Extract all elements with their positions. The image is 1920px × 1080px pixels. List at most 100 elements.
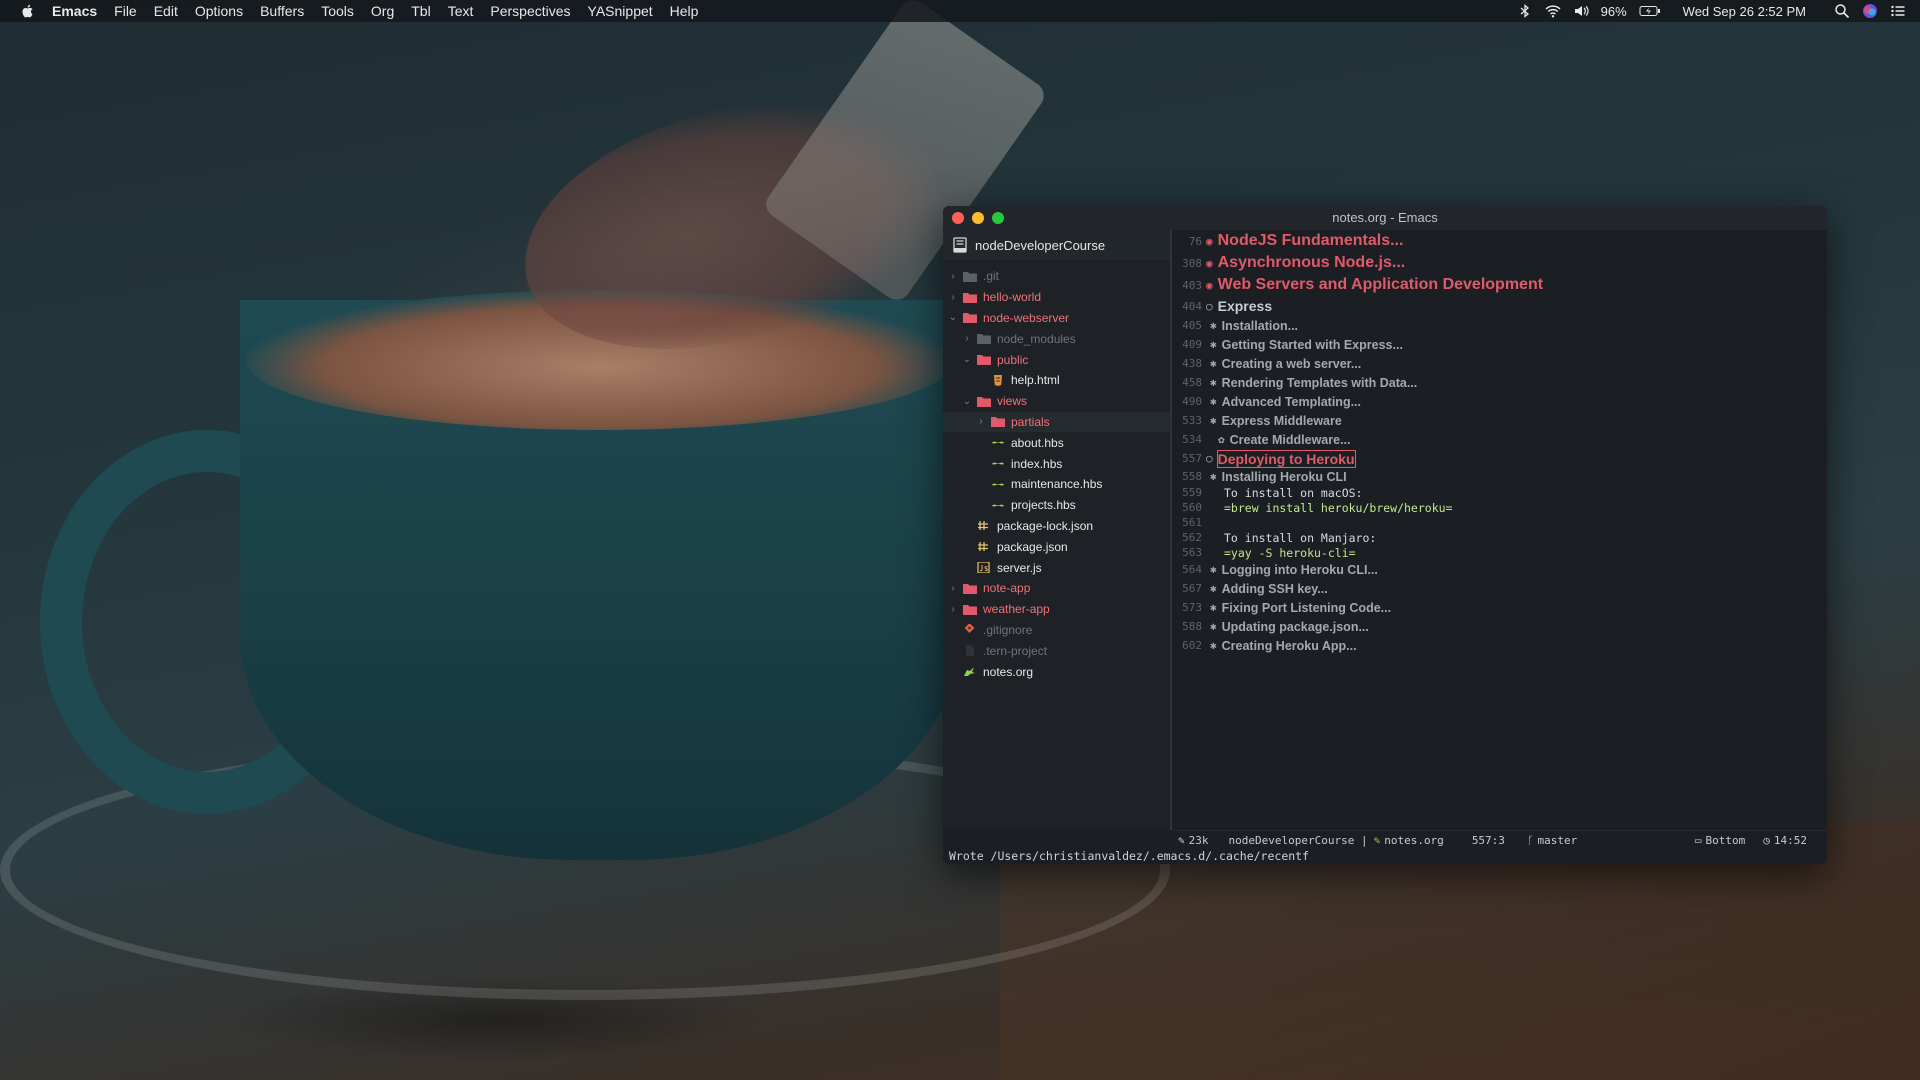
tree-item-label: package.json [997, 539, 1068, 554]
org-line[interactable]: 559 To install on macOS: [1172, 485, 1827, 500]
handlebars-file-icon [992, 441, 1004, 444]
emacs-window[interactable]: notes.org - Emacs nodeDeveloperCourse › … [943, 206, 1827, 864]
tree-item-tern-project[interactable]: .tern-project [943, 640, 1170, 661]
tree-item-label: server.js [997, 560, 1042, 575]
folder-open-icon [977, 355, 991, 366]
org-line[interactable]: 588 ✱ Updating package.json... [1172, 617, 1827, 636]
project-header[interactable]: nodeDeveloperCourse [943, 230, 1170, 260]
org-line[interactable]: 563 =yay -S heroku-cli= [1172, 545, 1827, 560]
menu-app-emacs[interactable]: Emacs [52, 3, 97, 19]
org-line[interactable]: 405 ✱ Installation... [1172, 316, 1827, 335]
battery-percent[interactable]: 96% [1601, 4, 1627, 19]
org-heading: Logging into Heroku CLI... [1221, 562, 1378, 577]
apple-icon[interactable] [20, 3, 36, 19]
menu-perspectives[interactable]: Perspectives [490, 3, 570, 19]
notification-center-icon[interactable] [1890, 3, 1906, 19]
line-number: 562 [1182, 531, 1202, 544]
tree-item-label: maintenance.hbs [1011, 477, 1103, 492]
tree-item-partials[interactable]: › partials [943, 411, 1170, 433]
org-line[interactable]: 573 ✱ Fixing Port Listening Code... [1172, 598, 1827, 617]
org-line[interactable]: 561 [1172, 515, 1827, 530]
buffer-size-icon: ✎ [1178, 833, 1185, 847]
heading-bullet-icon: ✱ [1210, 319, 1217, 332]
tree-item-projects-hbs[interactable]: projects.hbs [943, 495, 1170, 516]
menu-help[interactable]: Help [670, 3, 699, 19]
line-number: 534 [1182, 433, 1202, 446]
tree-item-hello-world[interactable]: › hello-world [943, 287, 1170, 308]
menu-org[interactable]: Org [371, 3, 394, 19]
chevron-right-icon: › [951, 582, 955, 594]
org-line[interactable]: 76 ◉ NodeJS Fundamentals... [1172, 230, 1827, 252]
chevron-down-icon: ⌄ [948, 312, 958, 324]
menu-yasnippet[interactable]: YASnippet [588, 3, 653, 19]
tree-item-index-hbs[interactable]: index.hbs [943, 453, 1170, 474]
org-line[interactable]: 409 ✱ Getting Started with Express... [1172, 335, 1827, 354]
handlebars-file-icon [992, 504, 1004, 507]
zoom-window-button[interactable] [992, 212, 1004, 224]
org-line[interactable]: 558 ✱ Installing Heroku CLI [1172, 468, 1827, 485]
close-window-button[interactable] [952, 212, 964, 224]
menu-file[interactable]: File [114, 3, 137, 19]
tree-item-about-hbs[interactable]: about.hbs [943, 432, 1170, 453]
tree-item-notes-org[interactable]: notes.org [943, 661, 1170, 682]
org-line[interactable]: 438 ✱ Creating a web server... [1172, 354, 1827, 373]
org-heading: Getting Started with Express... [1221, 337, 1403, 352]
menu-tbl[interactable]: Tbl [411, 3, 430, 19]
tree-item-node-webserver[interactable]: ⌄ node-webserver [943, 308, 1170, 329]
tree-item-package-json[interactable]: package.json [943, 536, 1170, 557]
org-line[interactable]: 308 ◉ Asynchronous Node.js... [1172, 252, 1827, 274]
tree-item-views[interactable]: ⌄ views [943, 391, 1170, 412]
org-line[interactable]: 404 ○ Express [1172, 296, 1827, 316]
org-heading: Installation... [1221, 318, 1299, 333]
menu-tools[interactable]: Tools [321, 3, 354, 19]
menu-buffers[interactable]: Buffers [260, 3, 304, 19]
battery-charging-icon[interactable] [1639, 3, 1661, 19]
tree-item-weather-app[interactable]: › weather-app [943, 599, 1170, 620]
tree-item-package-lock-json[interactable]: package-lock.json [943, 516, 1170, 537]
org-line[interactable]: 490 ✱ Advanced Templating... [1172, 392, 1827, 411]
siri-icon[interactable] [1862, 3, 1878, 19]
tree-item-node-modules[interactable]: › node_modules [943, 328, 1170, 349]
minimize-window-button[interactable] [972, 212, 984, 224]
volume-icon[interactable] [1573, 3, 1589, 19]
org-line[interactable]: 564 ✱ Logging into Heroku CLI... [1172, 560, 1827, 579]
tree-item-git[interactable]: › .git [943, 266, 1170, 287]
org-heading: Express [1217, 298, 1273, 314]
menubar-clock[interactable]: Wed Sep 26 2:52 PM [1683, 4, 1806, 19]
file-tree: › .git › hello-world ⌄ node-webserver › … [943, 266, 1170, 682]
bluetooth-icon[interactable] [1517, 3, 1533, 19]
tree-item-label: hello-world [983, 290, 1042, 305]
window-titlebar[interactable]: notes.org - Emacs [943, 206, 1827, 230]
tree-item-note-app[interactable]: › note-app [943, 578, 1170, 599]
minibuffer-echo-area[interactable]: Wrote /Users/christianvaldez/.emacs.d/.c… [943, 848, 1827, 864]
line-number: 533 [1182, 414, 1202, 427]
org-mode-icon: ✎ [1373, 833, 1381, 847]
tree-item-label: about.hbs [1011, 435, 1064, 450]
menu-edit[interactable]: Edit [154, 3, 178, 19]
tree-item-maintenance-hbs[interactable]: maintenance.hbs [943, 474, 1170, 495]
org-line[interactable]: 458 ✱ Rendering Templates with Data... [1172, 373, 1827, 392]
org-line[interactable]: 562 To install on Manjaro: [1172, 530, 1827, 545]
editor-buffer[interactable]: 76 ◉ NodeJS Fundamentals... 308 ◉ Asynch… [1172, 230, 1827, 830]
treemacs-sidebar[interactable]: nodeDeveloperCourse › .git › hello-world… [943, 230, 1172, 830]
menu-text[interactable]: Text [448, 3, 474, 19]
org-line[interactable]: 567 ✱ Adding SSH key... [1172, 579, 1827, 598]
tree-item-help-html[interactable]: help.html [943, 370, 1170, 391]
org-line[interactable]: 560 =brew install heroku/brew/heroku= [1172, 500, 1827, 515]
tree-item-gitignore[interactable]: .gitignore [943, 620, 1170, 641]
spotlight-search-icon[interactable] [1834, 3, 1850, 19]
folder-icon [963, 604, 977, 615]
org-line[interactable]: 557 ○ Deploying to Heroku [1172, 449, 1827, 468]
org-line[interactable]: 602 ✱ Creating Heroku App... [1172, 636, 1827, 655]
org-line[interactable]: 534 ✿ Create Middleware... [1172, 430, 1827, 449]
line-number: 561 [1182, 516, 1202, 529]
heading-bullet-icon: ○ [1206, 452, 1213, 465]
tree-item-server-js[interactable]: server.js [943, 557, 1170, 578]
tree-item-public[interactable]: ⌄ public [943, 349, 1170, 370]
org-line[interactable]: 533 ✱ Express Middleware [1172, 411, 1827, 430]
menu-options[interactable]: Options [195, 3, 243, 19]
org-line[interactable]: 403 ◉ Web Servers and Application Develo… [1172, 274, 1827, 296]
wifi-icon[interactable] [1545, 3, 1561, 19]
heading-bullet-icon: ✱ [1210, 395, 1217, 408]
line-number: 564 [1182, 563, 1202, 576]
